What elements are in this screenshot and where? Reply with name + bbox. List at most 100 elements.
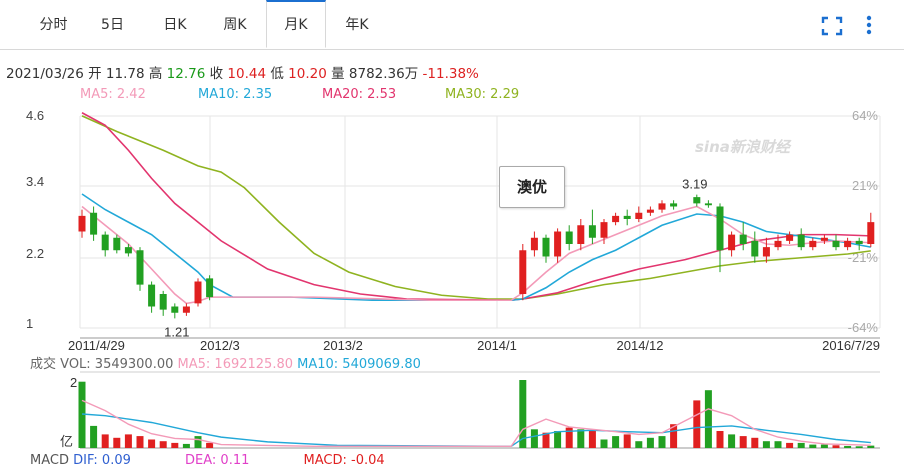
candle-body bbox=[844, 240, 852, 248]
volume-bar bbox=[658, 436, 666, 448]
volume-bar bbox=[124, 434, 132, 448]
candle-body bbox=[809, 240, 817, 248]
x-tick-label: 2016/7/29 bbox=[822, 338, 880, 353]
candle-body bbox=[565, 231, 573, 244]
volume-bar bbox=[148, 439, 156, 448]
candle-body bbox=[658, 203, 666, 210]
volume-bar bbox=[113, 437, 121, 448]
volume-bar bbox=[855, 446, 863, 448]
candle-body bbox=[867, 222, 875, 244]
tab-monthly-k[interactable]: 月K bbox=[266, 0, 326, 48]
volume-bar bbox=[182, 443, 190, 448]
candle-body bbox=[704, 203, 712, 206]
volume-bar bbox=[797, 442, 805, 448]
volume-bar bbox=[171, 442, 179, 448]
volume-bar bbox=[90, 425, 98, 448]
volume-bar bbox=[820, 444, 828, 448]
candle-body bbox=[855, 240, 863, 244]
candle-body bbox=[612, 215, 620, 223]
company-name-tooltip: 澳优 bbox=[499, 166, 565, 208]
candle-body bbox=[716, 206, 724, 251]
candle-body bbox=[588, 225, 596, 238]
volume-title: 成交 bbox=[30, 357, 57, 372]
volume-bar bbox=[530, 429, 538, 448]
x-tick-label: 2011/4/29 bbox=[68, 338, 125, 353]
candle-body bbox=[739, 234, 747, 244]
x-tick-label: 2014/12 bbox=[617, 338, 664, 353]
vol-ma5-legend: MA5: 1692125.80 bbox=[177, 357, 293, 372]
candle-body bbox=[182, 306, 190, 313]
volume-bar bbox=[832, 445, 840, 448]
high-annotation: 3.19 bbox=[682, 177, 707, 192]
macd-legend: MACD DIF: 0.09 DEA: 0.11 MACD: -0.04 bbox=[30, 453, 385, 468]
volume-value-legend: VOL: 3549300.00 bbox=[60, 357, 174, 372]
candle-body bbox=[78, 215, 86, 232]
candle-body bbox=[90, 212, 98, 235]
candle-body bbox=[519, 250, 527, 294]
volume-bar bbox=[716, 431, 724, 448]
volume-bar bbox=[623, 434, 631, 448]
volume-bar bbox=[554, 431, 562, 448]
volume-bar bbox=[867, 445, 875, 448]
x-tick-label: 2012/3 bbox=[200, 338, 240, 353]
candle-body bbox=[194, 281, 202, 304]
y-tick-left: 1 bbox=[26, 316, 33, 331]
volume-bar bbox=[809, 444, 817, 448]
volume-tick-top: 2 bbox=[70, 375, 77, 390]
volume-bar bbox=[739, 436, 747, 448]
candle-body bbox=[786, 234, 794, 241]
x-tick-label: 2013/2 bbox=[323, 338, 363, 353]
candle-body bbox=[797, 234, 805, 248]
candle-body bbox=[136, 250, 144, 285]
candle-body bbox=[554, 231, 562, 257]
volume-bar bbox=[194, 436, 202, 448]
volume-bar bbox=[751, 437, 759, 448]
candle-body bbox=[171, 306, 179, 313]
volume-bar bbox=[588, 431, 596, 448]
candle-body bbox=[530, 237, 538, 251]
candle-body bbox=[577, 225, 585, 244]
vol-ma10-legend: MA10: 5409069.80 bbox=[297, 357, 421, 372]
candle-body bbox=[542, 237, 550, 257]
volume-bar bbox=[612, 436, 620, 448]
candle-body bbox=[646, 209, 654, 213]
candle-body bbox=[113, 237, 121, 251]
candle-body bbox=[101, 234, 109, 251]
volume-legend: 成交 VOL: 3549300.00 MA5: 1692125.80 MA10:… bbox=[30, 353, 421, 372]
volume-bar bbox=[101, 434, 109, 448]
volume-bar bbox=[786, 442, 794, 448]
volume-bar bbox=[844, 445, 852, 448]
volume-bar bbox=[774, 441, 782, 448]
volume-bar bbox=[136, 436, 144, 448]
kline-chart[interactable]: 4.63.42.2164%21%-21%-64%2011/4/29 2012/3 2… bbox=[0, 0, 904, 469]
volume-bar bbox=[577, 429, 585, 448]
candle-body bbox=[820, 237, 828, 241]
candle-body bbox=[623, 215, 631, 219]
candle-body bbox=[693, 197, 701, 204]
volume-bar bbox=[646, 437, 654, 448]
dea-legend: DEA: 0.11 bbox=[185, 453, 250, 468]
candle-body bbox=[832, 240, 840, 248]
volume-bar bbox=[206, 442, 214, 448]
y-tick-right: -64% bbox=[848, 320, 879, 335]
volume-tick-unit: 亿 bbox=[60, 434, 73, 449]
dif-legend: DIF: 0.09 bbox=[73, 453, 131, 468]
candle-body bbox=[124, 247, 132, 254]
candle-body bbox=[159, 294, 167, 310]
candle-body bbox=[762, 247, 770, 257]
low-annotation: 1.21 bbox=[164, 324, 189, 339]
candle-body bbox=[670, 203, 678, 207]
macd-title: MACD bbox=[30, 453, 69, 468]
y-tick-right: 64% bbox=[852, 108, 878, 123]
volume-bar bbox=[762, 441, 770, 448]
candle-body bbox=[774, 240, 782, 248]
volume-bar bbox=[600, 439, 608, 448]
candle-body bbox=[206, 278, 214, 298]
volume-bar bbox=[159, 441, 167, 448]
volume-bar bbox=[693, 400, 701, 448]
candle-body bbox=[728, 234, 736, 251]
y-tick-right: 21% bbox=[852, 178, 878, 193]
candle-body bbox=[600, 222, 608, 238]
macd-value-legend: MACD: -0.04 bbox=[303, 453, 385, 468]
candle-body bbox=[635, 212, 643, 219]
